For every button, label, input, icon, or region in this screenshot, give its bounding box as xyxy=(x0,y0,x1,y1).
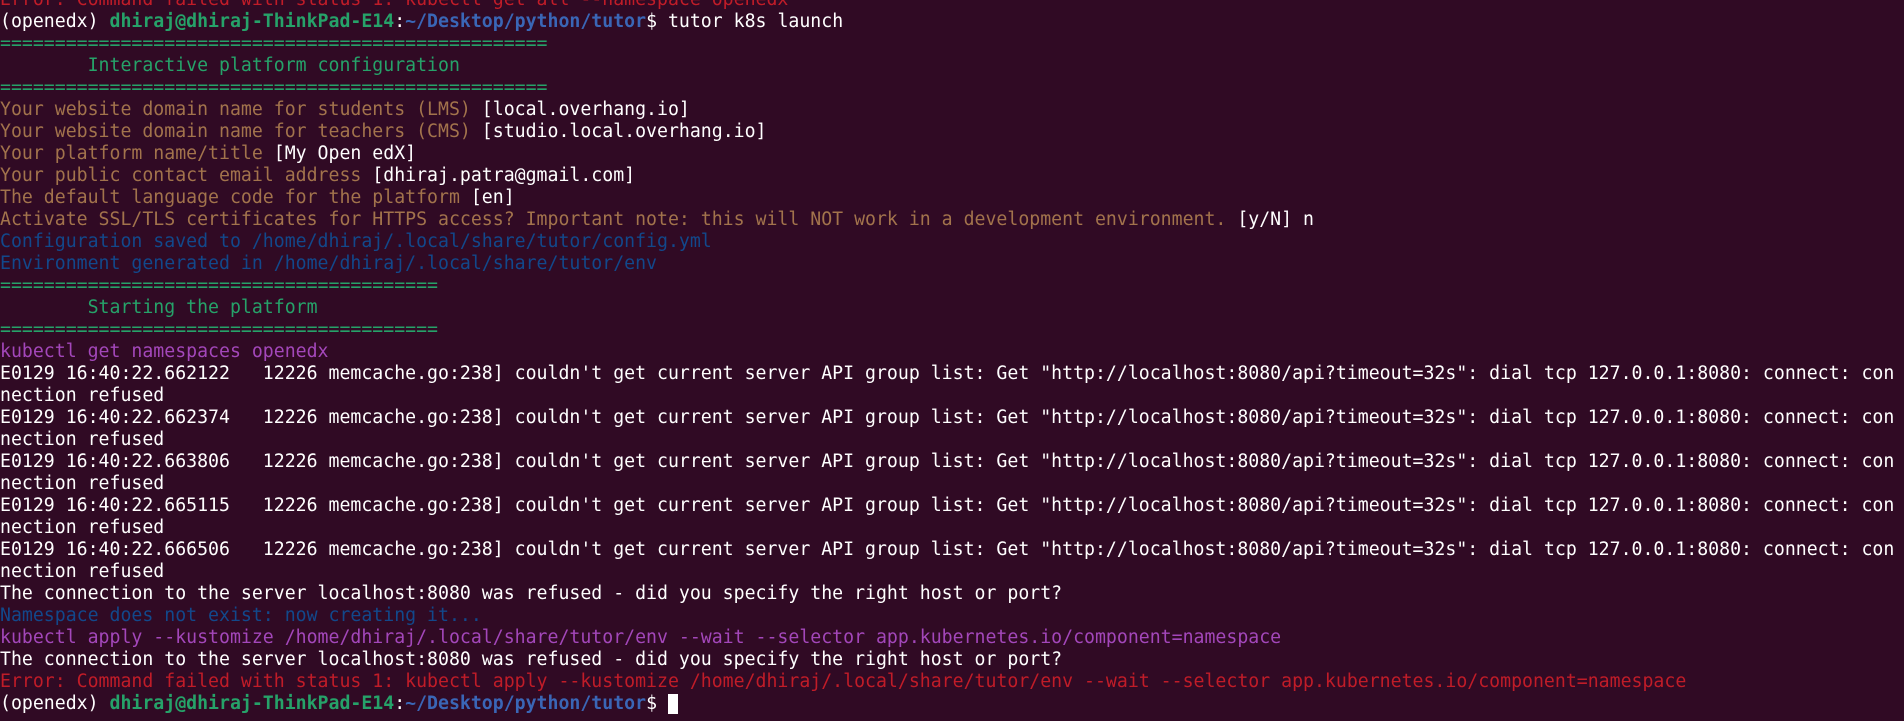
terminal-text: nection refused xyxy=(0,429,165,450)
terminal-text: E0129 16:40:22.665115 12226 memcache.go:… xyxy=(0,495,1895,516)
terminal-text: Interactive platform configuration xyxy=(0,55,460,76)
terminal-text: Your platform name/title xyxy=(0,143,274,164)
terminal-text: Namespace does not exist: now creating i… xyxy=(0,605,482,626)
terminal-line: The default language code for the platfo… xyxy=(0,187,1904,209)
terminal-text: (openedx) xyxy=(0,11,110,32)
terminal-text: E0129 16:40:22.662122 12226 memcache.go:… xyxy=(0,363,1895,384)
terminal-line: nection refused xyxy=(0,385,1904,407)
terminal-text: [studio.local.overhang.io] xyxy=(481,121,767,142)
terminal-line: (openedx) dhiraj@dhiraj-ThinkPad-E14:~/D… xyxy=(0,11,1904,33)
terminal-text: kubectl apply --kustomize /home/dhiraj/.… xyxy=(0,627,1282,648)
terminal-text: Your public contact email address xyxy=(0,165,373,186)
terminal-line: nection refused xyxy=(0,517,1904,539)
terminal-text: Your website domain name for teachers (C… xyxy=(0,121,482,142)
terminal-text: ========================================… xyxy=(0,77,548,98)
terminal-line: nection refused xyxy=(0,429,1904,451)
terminal-text: nection refused xyxy=(0,385,165,406)
terminal-text: Configuration saved to /home/dhiraj/.loc… xyxy=(0,231,712,252)
terminal-text: nection refused xyxy=(0,517,165,538)
terminal-text: (openedx) xyxy=(0,693,110,714)
terminal-text: $ xyxy=(646,693,668,714)
terminal-text: Starting the platform xyxy=(0,297,318,318)
terminal-line: Error: Command failed with status 1: kub… xyxy=(0,0,1904,11)
terminal-line: nection refused xyxy=(0,561,1904,583)
terminal-output: Error: Command failed with status 1: kub… xyxy=(0,0,1904,715)
terminal-text: Activate SSL/TLS certificates for HTTPS … xyxy=(0,209,1238,230)
terminal-text: The default language code for the platfo… xyxy=(0,187,471,208)
terminal-text: ======================================== xyxy=(0,275,438,296)
terminal-text: Error: Command failed with status 1: kub… xyxy=(0,671,1687,692)
terminal-line: (openedx) dhiraj@dhiraj-ThinkPad-E14:~/D… xyxy=(0,693,1904,715)
terminal-text: [dhiraj.patra@gmail.com] xyxy=(372,165,636,186)
terminal-text: ~/Desktop/python/tutor xyxy=(405,693,647,714)
terminal-text: : xyxy=(394,693,406,714)
terminal-text: dhiraj@dhiraj-ThinkPad-E14 xyxy=(109,693,395,714)
terminal-line: kubectl apply --kustomize /home/dhiraj/.… xyxy=(0,627,1904,649)
terminal-text: : xyxy=(394,11,406,32)
terminal-line: Error: Command failed with status 1: kub… xyxy=(0,671,1904,693)
terminal-cursor xyxy=(667,694,678,714)
terminal-line: Namespace does not exist: now creating i… xyxy=(0,605,1904,627)
terminal-text: $ tutor k8s launch xyxy=(646,11,844,32)
terminal-text: The connection to the server localhost:8… xyxy=(0,649,1063,670)
terminal-text: nection refused xyxy=(0,561,165,582)
terminal-text: dhiraj@dhiraj-ThinkPad-E14 xyxy=(109,11,395,32)
terminal-line: Starting the platform xyxy=(0,297,1904,319)
terminal-line: E0129 16:40:22.666506 12226 memcache.go:… xyxy=(0,539,1904,561)
terminal-text: [en] xyxy=(470,187,515,208)
terminal-text: E0129 16:40:22.662374 12226 memcache.go:… xyxy=(0,407,1895,428)
terminal-line: The connection to the server localhost:8… xyxy=(0,649,1904,671)
terminal-line: ========================================… xyxy=(0,77,1904,99)
terminal-line: ======================================== xyxy=(0,275,1904,297)
terminal-line: E0129 16:40:22.662374 12226 memcache.go:… xyxy=(0,407,1904,429)
terminal-text: ~/Desktop/python/tutor xyxy=(405,11,647,32)
terminal-line: ======================================== xyxy=(0,319,1904,341)
terminal-line: ========================================… xyxy=(0,33,1904,55)
terminal-text: E0129 16:40:22.663806 12226 memcache.go:… xyxy=(0,451,1895,472)
terminal-line: Interactive platform configuration xyxy=(0,55,1904,77)
terminal-text: [y/N] n xyxy=(1237,209,1314,230)
terminal-window[interactable]: Error: Command failed with status 1: kub… xyxy=(0,0,1904,721)
terminal-text: The connection to the server localhost:8… xyxy=(0,583,1063,604)
terminal-line: E0129 16:40:22.663806 12226 memcache.go:… xyxy=(0,451,1904,473)
terminal-line: nection refused xyxy=(0,473,1904,495)
terminal-text: [local.overhang.io] xyxy=(481,99,690,120)
terminal-line: E0129 16:40:22.665115 12226 memcache.go:… xyxy=(0,495,1904,517)
terminal-text: nection refused xyxy=(0,473,165,494)
terminal-line: E0129 16:40:22.662122 12226 memcache.go:… xyxy=(0,363,1904,385)
terminal-text: E0129 16:40:22.666506 12226 memcache.go:… xyxy=(0,539,1895,560)
terminal-text: ========================================… xyxy=(0,33,548,54)
terminal-line: Your website domain name for teachers (C… xyxy=(0,121,1904,143)
terminal-text: Error: Command failed with status 1: kub… xyxy=(0,0,788,10)
terminal-line: Activate SSL/TLS certificates for HTTPS … xyxy=(0,209,1904,231)
terminal-text: [My Open edX] xyxy=(273,143,417,164)
terminal-line: Environment generated in /home/dhiraj/.l… xyxy=(0,253,1904,275)
terminal-line: Configuration saved to /home/dhiraj/.loc… xyxy=(0,231,1904,253)
terminal-text: kubectl get namespaces openedx xyxy=(0,341,329,362)
terminal-text: Environment generated in /home/dhiraj/.l… xyxy=(0,253,657,274)
terminal-line: Your website domain name for students (L… xyxy=(0,99,1904,121)
terminal-line: kubectl get namespaces openedx xyxy=(0,341,1904,363)
terminal-line: Your platform name/title [My Open edX] xyxy=(0,143,1904,165)
terminal-text: ======================================== xyxy=(0,319,438,340)
terminal-line: Your public contact email address [dhira… xyxy=(0,165,1904,187)
terminal-line: The connection to the server localhost:8… xyxy=(0,583,1904,605)
terminal-text: Your website domain name for students (L… xyxy=(0,99,482,120)
